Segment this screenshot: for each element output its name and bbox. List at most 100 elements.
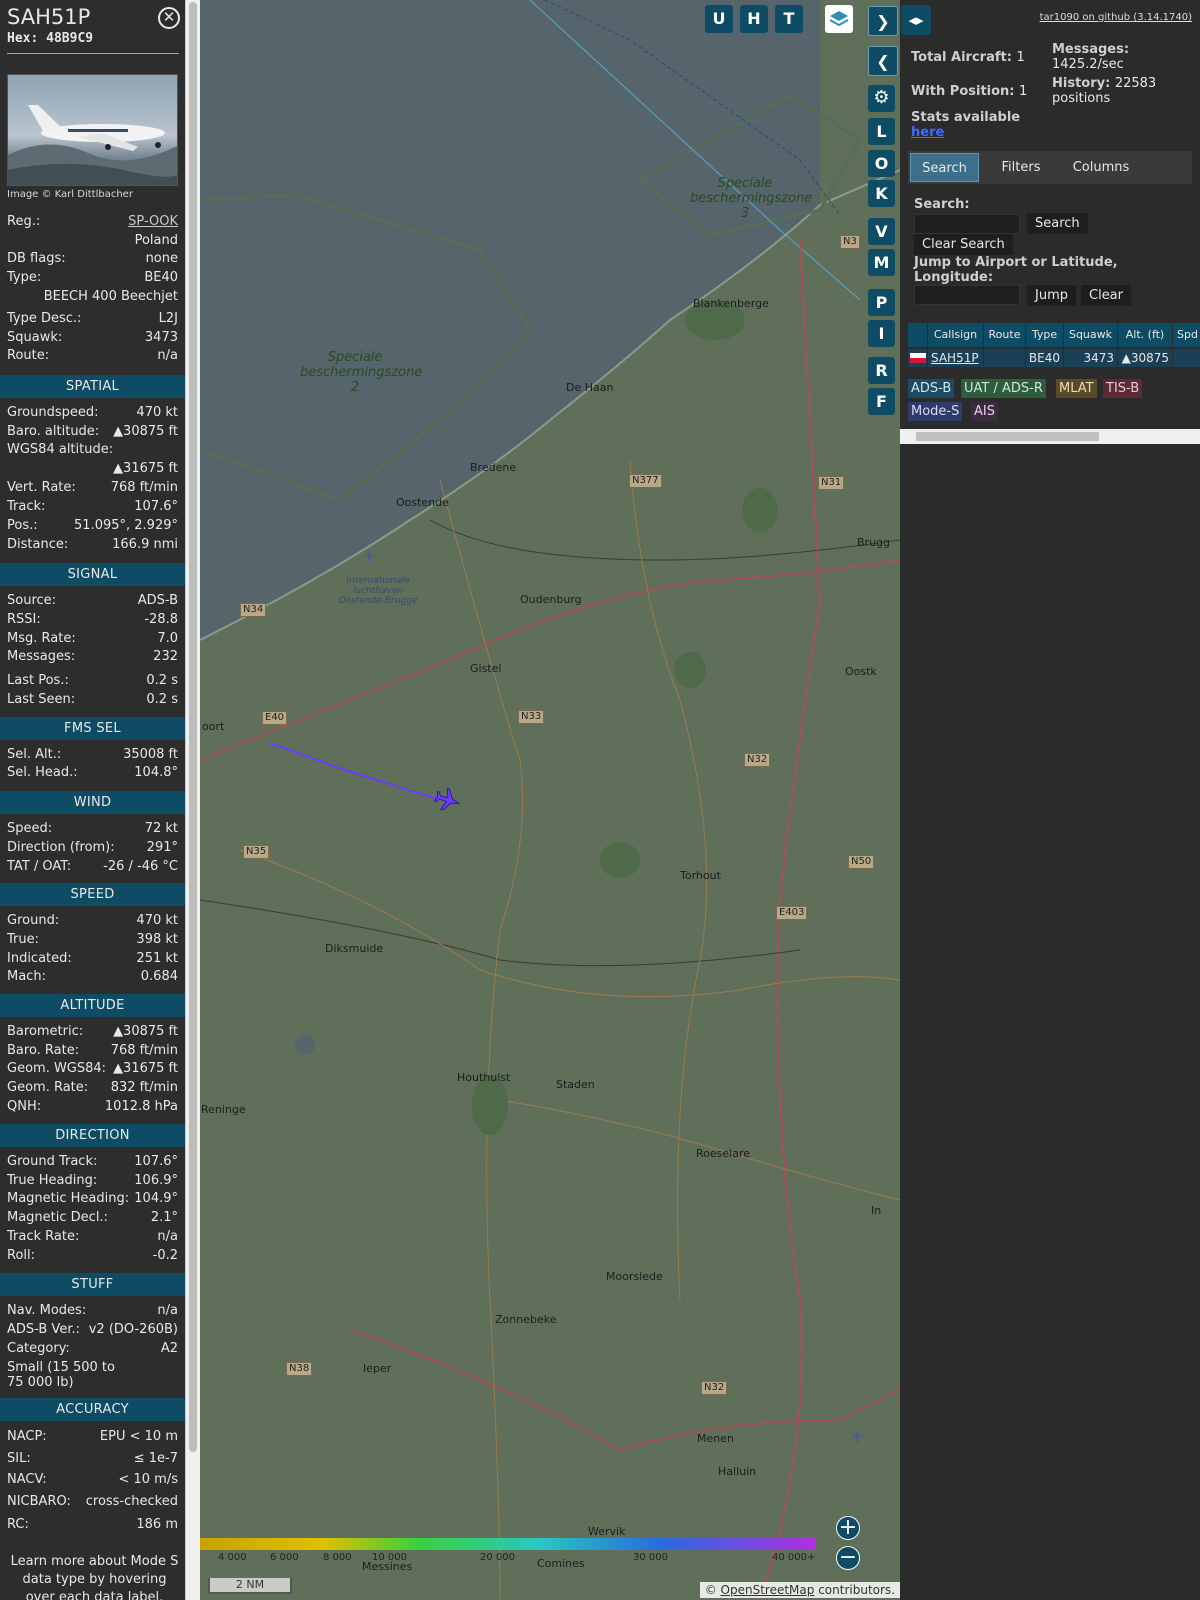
- sidebar-scroll-thumb[interactable]: [189, 2, 197, 1452]
- with-position-value: 1: [1019, 84, 1028, 99]
- field-value: 398 kt: [136, 932, 178, 947]
- clear-search-button[interactable]: Clear Search: [914, 234, 1013, 255]
- map-button-u[interactable]: U: [705, 5, 733, 33]
- settings-gear-icon[interactable]: ⚙: [868, 85, 895, 112]
- tab-filters[interactable]: Filters: [986, 153, 1056, 182]
- field-label: ADS-B Ver.:: [7, 1322, 80, 1337]
- field-value: 106.9°: [134, 1173, 178, 1188]
- expand-collapse-icon[interactable]: ◂▸: [901, 5, 931, 35]
- field-label: NACV:: [7, 1472, 47, 1487]
- row-ads-b-ver: ADS-B Ver.: v2 (DO-260B): [7, 1321, 178, 1339]
- map-canvas[interactable]: [200, 0, 900, 1600]
- clear-jump-button[interactable]: Clear: [1081, 285, 1131, 306]
- column-header-callsign[interactable]: Callsign: [928, 323, 984, 347]
- source-chip-tis-b[interactable]: TIS-B: [1103, 379, 1143, 398]
- layers-icon[interactable]: [825, 5, 853, 33]
- table-horizontal-scrollbar[interactable]: [900, 429, 1200, 444]
- row-poland: Poland: [7, 232, 178, 250]
- field-label: Magnetic Decl.:: [7, 1210, 108, 1225]
- tab-columns[interactable]: Columns: [1060, 153, 1142, 182]
- map-button-k[interactable]: K: [868, 180, 895, 207]
- source-chip-mlat[interactable]: MLAT: [1056, 379, 1097, 398]
- callsign-title: SAH51P: [7, 5, 91, 29]
- close-icon[interactable]: ✕: [158, 7, 180, 29]
- map-button-m[interactable]: M: [868, 249, 895, 276]
- jump-button[interactable]: Jump: [1027, 285, 1076, 306]
- field-label: Last Seen:: [7, 692, 76, 707]
- row-type: Type: BE40: [7, 269, 178, 287]
- field-label: Reg.:: [7, 214, 41, 229]
- field-value: Poland: [134, 233, 178, 248]
- poland-flag-icon: [910, 353, 926, 363]
- zoom-out-button[interactable]: −: [836, 1546, 860, 1570]
- tab-search[interactable]: Search: [910, 153, 979, 182]
- column-header-altitude[interactable]: Alt. (ft): [1118, 323, 1173, 347]
- map-button-t[interactable]: T: [775, 5, 803, 33]
- column-header-route[interactable]: Route: [984, 323, 1026, 347]
- row-msg-rate: Msg. Rate: 7.0: [7, 630, 178, 648]
- chevron-right-icon[interactable]: ❯: [868, 6, 898, 36]
- field-label: Geom. Rate:: [7, 1080, 89, 1095]
- column-header-speed[interactable]: Spd: [1173, 323, 1200, 347]
- map-button-v[interactable]: V: [868, 218, 895, 245]
- source-chip-ais[interactable]: AIS: [971, 402, 998, 421]
- with-position-label: With Position:: [911, 84, 1015, 99]
- field-value[interactable]: SP-OOK: [128, 213, 178, 231]
- column-header-flag[interactable]: [908, 323, 928, 347]
- history-label: History:: [1052, 76, 1111, 91]
- field-value: n/a: [157, 348, 178, 363]
- field-value: 470 kt: [136, 405, 178, 420]
- column-header-squawk[interactable]: Squawk: [1064, 323, 1118, 347]
- row-mach: Mach: 0.684: [7, 968, 178, 986]
- map-button-l[interactable]: L: [868, 118, 895, 145]
- flag-cell: [908, 349, 928, 367]
- map-view[interactable]: Speciale beschermingszone 3 Speciale besc…: [200, 0, 900, 1600]
- messages-rate: 1425.2/sec: [1052, 57, 1124, 72]
- field-label: Source:: [7, 593, 57, 608]
- row-qnh: QNH: 1012.8 hPa: [7, 1098, 178, 1116]
- source-chip-uat-ads-r[interactable]: UAT / ADS-R: [961, 379, 1046, 398]
- map-button-i[interactable]: I: [868, 320, 895, 347]
- aircraft-photo[interactable]: [7, 74, 178, 186]
- place-label: oort: [202, 720, 225, 733]
- map-button-p[interactable]: P: [868, 289, 895, 316]
- field-label: Vert. Rate:: [7, 480, 76, 495]
- map-button-r[interactable]: R: [868, 357, 895, 384]
- row-pos: Pos.: 51.095°, 2.929°: [7, 517, 178, 535]
- field-value: 3473: [144, 330, 178, 345]
- row-sel-head: Sel. Head.: 104.8°: [7, 764, 178, 782]
- map-button-f[interactable]: F: [868, 388, 895, 415]
- stats-here-link[interactable]: here: [911, 125, 944, 140]
- chevron-left-icon[interactable]: ❮: [868, 46, 898, 76]
- field-value: 0.684: [140, 969, 178, 984]
- place-label: In: [871, 1204, 882, 1217]
- altitude-scale-label: 4 000: [218, 1552, 247, 1563]
- column-header-type[interactable]: Type: [1026, 323, 1064, 347]
- sidebar-scrollbar[interactable]: [185, 0, 200, 1600]
- aircraft-list-panel: ◂▸ tar1090 on github (3.14.1740) Total A…: [900, 0, 1200, 1600]
- row-geom-wgs84: Geom. WGS84: ▲31675 ft: [7, 1060, 178, 1078]
- jump-input[interactable]: [914, 285, 1020, 305]
- zoom-in-button[interactable]: +: [836, 1516, 860, 1540]
- search-button[interactable]: Search: [1027, 213, 1088, 234]
- row-geom-rate: Geom. Rate: 832 ft/min: [7, 1079, 178, 1097]
- altitude-scale-label: 20 000: [480, 1552, 515, 1563]
- version-link[interactable]: tar1090 on github (3.14.1740): [1040, 12, 1192, 23]
- field-value: 251 kt: [136, 951, 178, 966]
- road-label: N33: [518, 710, 545, 724]
- source-chip-mode-s[interactable]: Mode-S: [908, 402, 963, 421]
- map-button-o[interactable]: O: [868, 150, 895, 177]
- callsign-cell[interactable]: SAH51P: [928, 349, 984, 367]
- search-input[interactable]: [914, 214, 1020, 234]
- section-header-speed: SPEED: [0, 883, 185, 906]
- place-label: Speciale beschermingszone 3: [690, 176, 813, 221]
- osm-link[interactable]: OpenStreetMap: [721, 1583, 815, 1597]
- source-chip-ads-b[interactable]: ADS-B: [908, 379, 955, 398]
- title-divider: [7, 53, 179, 54]
- history-unit: positions: [1052, 91, 1111, 106]
- map-button-h[interactable]: H: [740, 5, 768, 33]
- jump-label: Jump to Airport or Latitude, Longitude:: [914, 255, 1118, 285]
- panel-tabs: Search Filters Columns: [908, 151, 1192, 184]
- table-scroll-thumb[interactable]: [916, 432, 1099, 441]
- hex-code: Hex: 48B9C9: [7, 31, 93, 46]
